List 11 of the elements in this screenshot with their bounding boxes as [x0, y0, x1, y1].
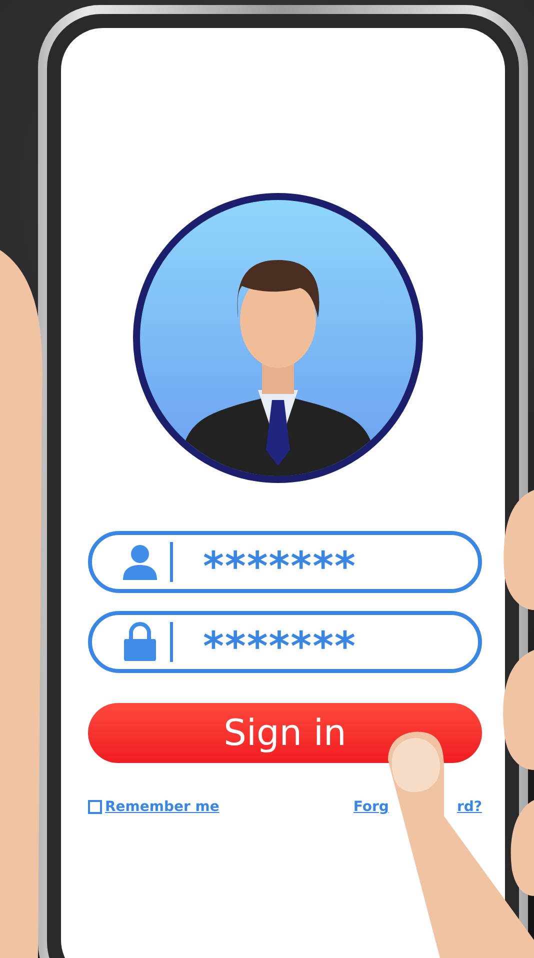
- person-icon: [121, 543, 159, 581]
- masked-value: *******: [203, 543, 356, 587]
- forgot-password-link[interactable]: Forg: [353, 799, 389, 815]
- remember-checkbox[interactable]: [88, 800, 102, 814]
- username-field[interactable]: *******: [88, 531, 482, 593]
- remember-me-link[interactable]: Remember me: [105, 799, 220, 815]
- masked-value: *******: [203, 623, 356, 667]
- forgot-password-link[interactable]: rd?: [456, 799, 482, 815]
- password-field[interactable]: *******: [88, 611, 482, 673]
- padlock-icon: [123, 622, 157, 662]
- sign-in-button[interactable]: Sign in: [88, 703, 482, 763]
